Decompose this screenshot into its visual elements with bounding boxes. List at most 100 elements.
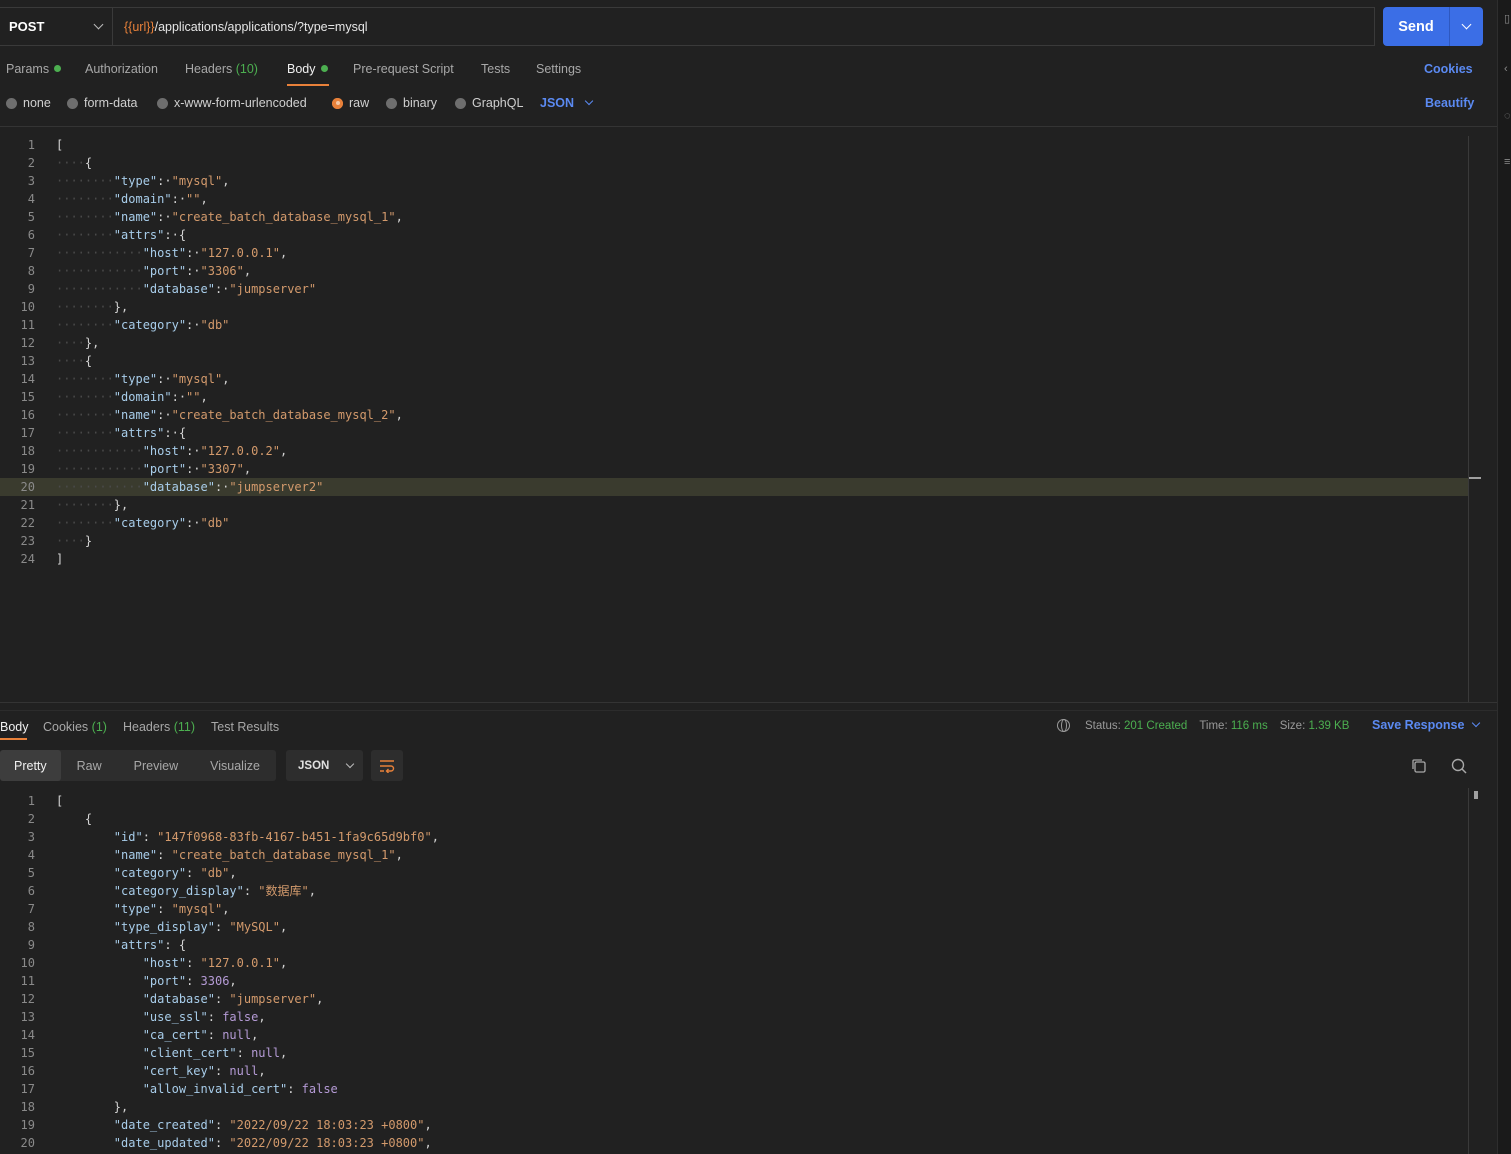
request-body-line[interactable]: 17 ········"attrs":·{ bbox=[0, 424, 1468, 442]
response-tab-cookies-label: Cookies bbox=[43, 720, 89, 734]
radio-graphql[interactable]: GraphQL bbox=[455, 96, 523, 110]
view-preview[interactable]: Preview bbox=[118, 750, 194, 781]
view-pretty[interactable]: Pretty bbox=[0, 750, 61, 781]
request-body-line[interactable]: 16 ········"name":·"create_batch_database… bbox=[0, 406, 1468, 424]
cookies-link[interactable]: Cookies bbox=[1424, 62, 1473, 76]
radio-form-data[interactable]: form-data bbox=[67, 96, 138, 110]
request-body-line[interactable]: 9 ············"database":·"jumpserver" bbox=[0, 280, 1468, 298]
request-body-line[interactable]: 14 ········"type":·"mysql", bbox=[0, 370, 1468, 388]
response-body-line[interactable]: 10 "host": "127.0.0.1", bbox=[0, 954, 1468, 972]
url-input[interactable]: {{url}}/applications/applications/?type=… bbox=[113, 20, 368, 34]
send-options-button[interactable] bbox=[1450, 7, 1483, 46]
response-body-line[interactable]: 15 "client_cert": null, bbox=[0, 1044, 1468, 1062]
request-body-line[interactable]: 4 ········"domain":·"", bbox=[0, 190, 1468, 208]
response-tab-body[interactable]: Body bbox=[0, 720, 29, 734]
globe-icon[interactable] bbox=[1057, 719, 1070, 732]
view-raw[interactable]: Raw bbox=[61, 750, 118, 781]
body-language-select[interactable]: JSON bbox=[540, 96, 594, 110]
response-body-line[interactable]: 3 "id": "147f0968-83fb-4167-b451-1fa9c65… bbox=[0, 828, 1468, 846]
request-body-line[interactable]: 23 ····} bbox=[0, 532, 1468, 550]
radio-none[interactable]: none bbox=[6, 96, 51, 110]
request-body-line[interactable]: 12 ····}, bbox=[0, 334, 1468, 352]
body-language-label: JSON bbox=[540, 96, 575, 110]
response-body-line[interactable]: 11 "port": 3306, bbox=[0, 972, 1468, 990]
request-body-line[interactable]: 13 ····{ bbox=[0, 352, 1468, 370]
request-body-line[interactable]: 5 ········"name":·"create_batch_database_… bbox=[0, 208, 1468, 226]
request-body-line[interactable]: 7 ············"host":·"127.0.0.1", bbox=[0, 244, 1468, 262]
response-tab-test-results[interactable]: Test Results bbox=[211, 720, 279, 734]
request-body-line[interactable]: 8 ············"port":·"3306", bbox=[0, 262, 1468, 280]
response-format-select[interactable]: JSON bbox=[286, 750, 363, 781]
tab-authorization[interactable]: Authorization bbox=[85, 62, 158, 76]
collapse-icon[interactable]: ‹ bbox=[1504, 63, 1508, 75]
response-body-line[interactable]: 20 "date_updated": "2022/09/22 18:03:23 … bbox=[0, 1134, 1468, 1152]
request-editor-scrollbar[interactable] bbox=[1468, 136, 1482, 702]
tab-settings[interactable]: Settings bbox=[536, 62, 581, 76]
request-body-line[interactable]: 20 ············"database":·"jumpserver2" bbox=[0, 478, 1468, 496]
response-body-line[interactable]: 13 "use_ssl": false, bbox=[0, 1008, 1468, 1026]
right-sidebar-strip bbox=[1497, 0, 1511, 1154]
beautify-button[interactable]: Beautify bbox=[1425, 96, 1474, 110]
request-body-line[interactable]: 19 ············"port":·"3307", bbox=[0, 460, 1468, 478]
response-body-line[interactable]: 16 "cert_key": null, bbox=[0, 1062, 1468, 1080]
response-body-line[interactable]: 7 "type": "mysql", bbox=[0, 900, 1468, 918]
save-response-button[interactable]: Save Response bbox=[1372, 718, 1481, 732]
view-visualize[interactable]: Visualize bbox=[194, 750, 276, 781]
search-button[interactable] bbox=[1450, 757, 1468, 775]
request-body-line[interactable]: 1[ bbox=[0, 136, 1468, 154]
response-body-line[interactable]: 17 "allow_invalid_cert": false bbox=[0, 1080, 1468, 1098]
docs-icon[interactable]: ▯ bbox=[1504, 12, 1510, 25]
request-body-line[interactable]: 18 ············"host":·"127.0.0.2", bbox=[0, 442, 1468, 460]
line-code: [ bbox=[56, 138, 64, 152]
line-number: 4 bbox=[27, 192, 35, 206]
wrap-lines-button[interactable] bbox=[371, 750, 403, 781]
response-tab-headers[interactable]: Headers (11) bbox=[123, 720, 195, 734]
time-value: 116 ms bbox=[1230, 719, 1268, 732]
tab-pre-request-script[interactable]: Pre-request Script bbox=[353, 62, 454, 76]
line-number: 1 bbox=[27, 794, 35, 808]
line-number: 8 bbox=[27, 264, 35, 278]
response-body-line[interactable]: 2 { bbox=[0, 810, 1468, 828]
response-body-line[interactable]: 6 "category_display": "数据库", bbox=[0, 882, 1468, 900]
response-body-line[interactable]: 8 "type_display": "MySQL", bbox=[0, 918, 1468, 936]
line-code: "ca_cert": null, bbox=[142, 1028, 259, 1042]
chevron-down-icon bbox=[346, 759, 355, 768]
request-body-line[interactable]: 21 ········}, bbox=[0, 496, 1468, 514]
response-body-line[interactable]: 4 "name": "create_batch_database_mysql_1… bbox=[0, 846, 1468, 864]
request-body-editor[interactable]: 1[2 ····{3 ········"type":·"mysql", 4 ······… bbox=[0, 136, 1468, 702]
request-body-line[interactable]: 3 ········"type":·"mysql", bbox=[0, 172, 1468, 190]
response-body-viewer[interactable]: 1[2 {3 "id": "147f0968-83fb-4167-b451-1f… bbox=[0, 792, 1468, 1154]
request-body-line[interactable]: 10 ········}, bbox=[0, 298, 1468, 316]
response-body-line[interactable]: 12 "database": "jumpserver", bbox=[0, 990, 1468, 1008]
info-icon[interactable]: ◌ bbox=[1504, 110, 1511, 122]
response-body-line[interactable]: 14 "ca_cert": null, bbox=[0, 1026, 1468, 1044]
response-body-line[interactable]: 19 "date_created": "2022/09/22 18:03:23 … bbox=[0, 1116, 1468, 1134]
request-body-line[interactable]: 24] bbox=[0, 550, 1468, 568]
code-icon[interactable]: ≡ bbox=[1504, 156, 1510, 168]
send-button[interactable]: Send bbox=[1383, 7, 1450, 46]
tab-body[interactable]: Body bbox=[287, 62, 328, 76]
request-body-line[interactable]: 22 ········"category":·"db" bbox=[0, 514, 1468, 532]
request-body-line[interactable]: 15 ········"domain":·"", bbox=[0, 388, 1468, 406]
request-body-line[interactable]: 11 ········"category":·"db" bbox=[0, 316, 1468, 334]
radio-raw[interactable]: raw bbox=[332, 96, 369, 110]
response-tab-cookies[interactable]: Cookies (1) bbox=[43, 720, 107, 734]
pane-resize-handle[interactable] bbox=[0, 710, 1497, 711]
response-body-line[interactable]: 1[ bbox=[0, 792, 1468, 810]
copy-button[interactable] bbox=[1410, 757, 1428, 775]
response-body-line[interactable]: 5 "category": "db", bbox=[0, 864, 1468, 882]
request-body-line[interactable]: 6 ········"attrs":·{ bbox=[0, 226, 1468, 244]
scrollbar-thumb[interactable] bbox=[1474, 791, 1478, 799]
response-body-line[interactable]: 9 "attrs": { bbox=[0, 936, 1468, 954]
radio-urlencoded[interactable]: x-www-form-urlencoded bbox=[157, 96, 307, 110]
response-scrollbar[interactable] bbox=[1468, 788, 1482, 1154]
line-code: ····} bbox=[56, 534, 93, 548]
response-body-line[interactable]: 18 }, bbox=[0, 1098, 1468, 1116]
method-select[interactable]: POST bbox=[0, 8, 113, 45]
tab-params[interactable]: Params bbox=[6, 62, 62, 76]
tab-tests[interactable]: Tests bbox=[481, 62, 510, 76]
tab-headers[interactable]: Headers (10) bbox=[185, 62, 258, 76]
radio-circle bbox=[455, 97, 466, 109]
radio-binary[interactable]: binary bbox=[386, 96, 437, 110]
request-body-line[interactable]: 2 ····{ bbox=[0, 154, 1468, 172]
